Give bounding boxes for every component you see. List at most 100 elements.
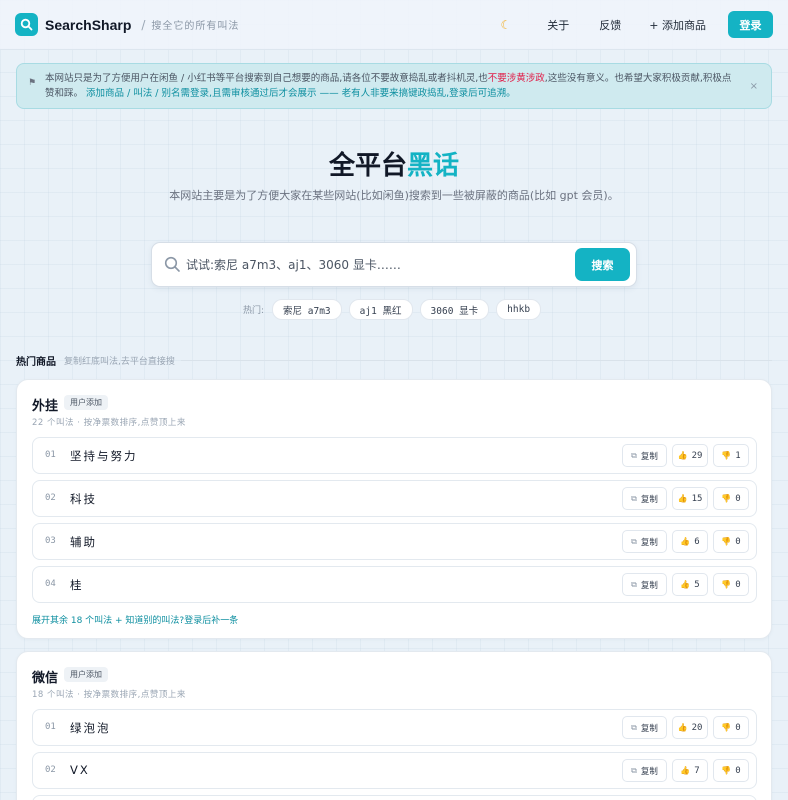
row-number: 01 [45, 722, 56, 732]
nav-add-product[interactable]: + 添加商品 [649, 17, 706, 33]
card-meta: 22 个叫法 · 按净票数排序,点赞顶上来 [32, 418, 186, 428]
upvote-button[interactable]: 👍 6 [672, 530, 708, 553]
copy-icon: ⧉ [631, 450, 637, 460]
downvote-count: 1 [735, 450, 741, 461]
downvote-button[interactable]: 👎 0 [713, 530, 749, 553]
row-number: 02 [45, 765, 56, 775]
alias-name: 绿泡泡 [70, 721, 111, 735]
row-actions: ⧉ 复制 👍 5 👎 0 [622, 573, 756, 596]
upvote-count: 7 [694, 765, 700, 776]
alias-row: 04 桂 ⧉ 复制 👍 5 👎 0 [32, 566, 757, 603]
alias-row: 02 科技 ⧉ 复制 👍 15 👎 0 [32, 480, 757, 517]
thumbs-up-icon: 👍 [680, 766, 691, 775]
section-title: 热门商品 [16, 357, 56, 368]
copy-icon: ⧉ [631, 722, 637, 732]
row-number: 04 [45, 579, 56, 589]
thumbs-down-icon: 👎 [721, 580, 732, 589]
hero-title-highlight: 黑话 [407, 151, 460, 181]
downvote-count: 0 [735, 722, 741, 733]
copy-icon: ⧉ [631, 579, 637, 589]
notice-banner: ⚑ 本网站只是为了方便用户在闲鱼 / 小红书等平台搜索到自己想要的商品,请各位不… [16, 63, 772, 109]
notice-text: 本网站只是为了方便用户在闲鱼 / 小红书等平台搜索到自己想要的商品,请各位不要故… [45, 73, 488, 84]
upvote-count: 29 [691, 450, 703, 461]
thumbs-up-icon: 👍 [680, 537, 691, 546]
hero-title-main: 全平台 [328, 151, 407, 181]
downvote-count: 0 [735, 765, 741, 776]
alias-name: 桂 [70, 578, 84, 592]
hot-chip[interactable]: 3060 显卡 [419, 299, 490, 320]
copy-button[interactable]: ⧉ 复制 [622, 530, 667, 553]
hot-label: 热门: [243, 306, 265, 316]
nav-bar: ☾ 关于 反馈 + 添加商品 登录 [501, 11, 773, 38]
search-icon [164, 256, 181, 277]
thumbs-up-icon: 👍 [677, 494, 688, 503]
nav-about[interactable]: 关于 [547, 17, 569, 33]
upvote-count: 5 [694, 579, 700, 590]
hot-chip[interactable]: 索尼 a7m3 [272, 299, 342, 320]
search-input[interactable] [186, 251, 566, 279]
hero-title: 全平台黑话 [0, 145, 788, 182]
copy-icon: ⧉ [631, 493, 637, 503]
section-header: 热门商品 复制红底叫法,去平台直接搜 [16, 353, 772, 368]
row-actions: ⧉ 复制 👍 20 👎 0 [622, 716, 756, 739]
downvote-count: 0 [735, 493, 741, 504]
brand-name[interactable]: SearchSharp [45, 17, 131, 33]
section-divider [180, 360, 772, 361]
thumbs-down-icon: 👎 [721, 537, 732, 546]
upvote-button[interactable]: 👍 7 [672, 759, 708, 782]
alias-name: 辅助 [70, 535, 97, 549]
copy-label: 复制 [640, 580, 658, 591]
alias-name: 坚持与努力 [70, 449, 138, 463]
copy-button[interactable]: ⧉ 复制 [622, 444, 667, 467]
copy-button[interactable]: ⧉ 复制 [622, 487, 667, 510]
upvote-button[interactable]: 👍 15 [672, 487, 708, 510]
upvote-button[interactable]: 👍 5 [672, 573, 708, 596]
moon-icon[interactable]: ☾ [501, 18, 512, 32]
copy-label: 复制 [640, 766, 658, 777]
megaphone-icon: ⚑ [28, 78, 37, 88]
product-card: 微信 用户添加 18 个叫法 · 按净票数排序,点赞顶上来 01 绿泡泡 ⧉ 复制… [16, 651, 772, 800]
hot-chip[interactable]: hhkb [496, 299, 542, 320]
card-title: 微信 [32, 671, 59, 686]
close-icon[interactable]: × [750, 79, 758, 94]
row-actions: ⧉ 复制 👍 29 👎 1 [622, 444, 756, 467]
downvote-button[interactable]: 👎 0 [713, 487, 749, 510]
downvote-button[interactable]: 👎 0 [713, 716, 749, 739]
downvote-button[interactable]: 👎 0 [713, 573, 749, 596]
copy-label: 复制 [640, 723, 658, 734]
row-number: 03 [45, 536, 56, 546]
copy-label: 复制 [640, 537, 658, 548]
search-box: 搜索 [151, 242, 637, 287]
expand-link[interactable]: 展开其余 18 个叫法 + 知道别的叫法?登录后补一条 [32, 613, 238, 626]
search-button[interactable]: 搜索 [575, 248, 630, 281]
login-button[interactable]: 登录 [728, 11, 773, 38]
upvote-button[interactable]: 👍 29 [672, 444, 708, 467]
copy-button[interactable]: ⧉ 复制 [622, 573, 667, 596]
copy-button[interactable]: ⧉ 复制 [622, 716, 667, 739]
thumbs-down-icon: 👎 [721, 766, 732, 775]
downvote-count: 0 [735, 536, 741, 547]
upvote-count: 6 [694, 536, 700, 547]
search-icon [20, 18, 33, 31]
upvote-button[interactable]: 👍 20 [672, 716, 708, 739]
thumbs-up-icon: 👍 [677, 451, 688, 460]
row-actions: ⧉ 复制 👍 7 👎 0 [622, 759, 756, 782]
alias-row: 02 VX ⧉ 复制 👍 7 👎 0 [32, 752, 757, 789]
copy-icon: ⧉ [631, 536, 637, 546]
alias-row: 01 坚持与努力 ⧉ 复制 👍 29 👎 1 [32, 437, 757, 474]
hot-chip[interactable]: aj1 黑红 [348, 299, 413, 320]
notice-warning: 不要涉黄涉政 [487, 73, 545, 84]
upvote-count: 15 [691, 493, 703, 504]
copy-label: 复制 [640, 494, 658, 505]
alias-name: VX [70, 763, 90, 777]
row-number: 01 [45, 450, 56, 460]
copy-button[interactable]: ⧉ 复制 [622, 759, 667, 782]
hot-searches: 热门: 索尼 a7m3 aj1 黑红 3060 显卡 hhkb [243, 299, 548, 320]
downvote-button[interactable]: 👎 1 [713, 444, 749, 467]
copy-icon: ⧉ [631, 765, 637, 775]
logo[interactable] [15, 13, 38, 36]
nav-feedback[interactable]: 反馈 [599, 17, 621, 33]
alias-row: 01 绿泡泡 ⧉ 复制 👍 20 👎 0 [32, 709, 757, 746]
downvote-button[interactable]: 👎 0 [713, 759, 749, 782]
brand-divider: / [141, 17, 146, 32]
